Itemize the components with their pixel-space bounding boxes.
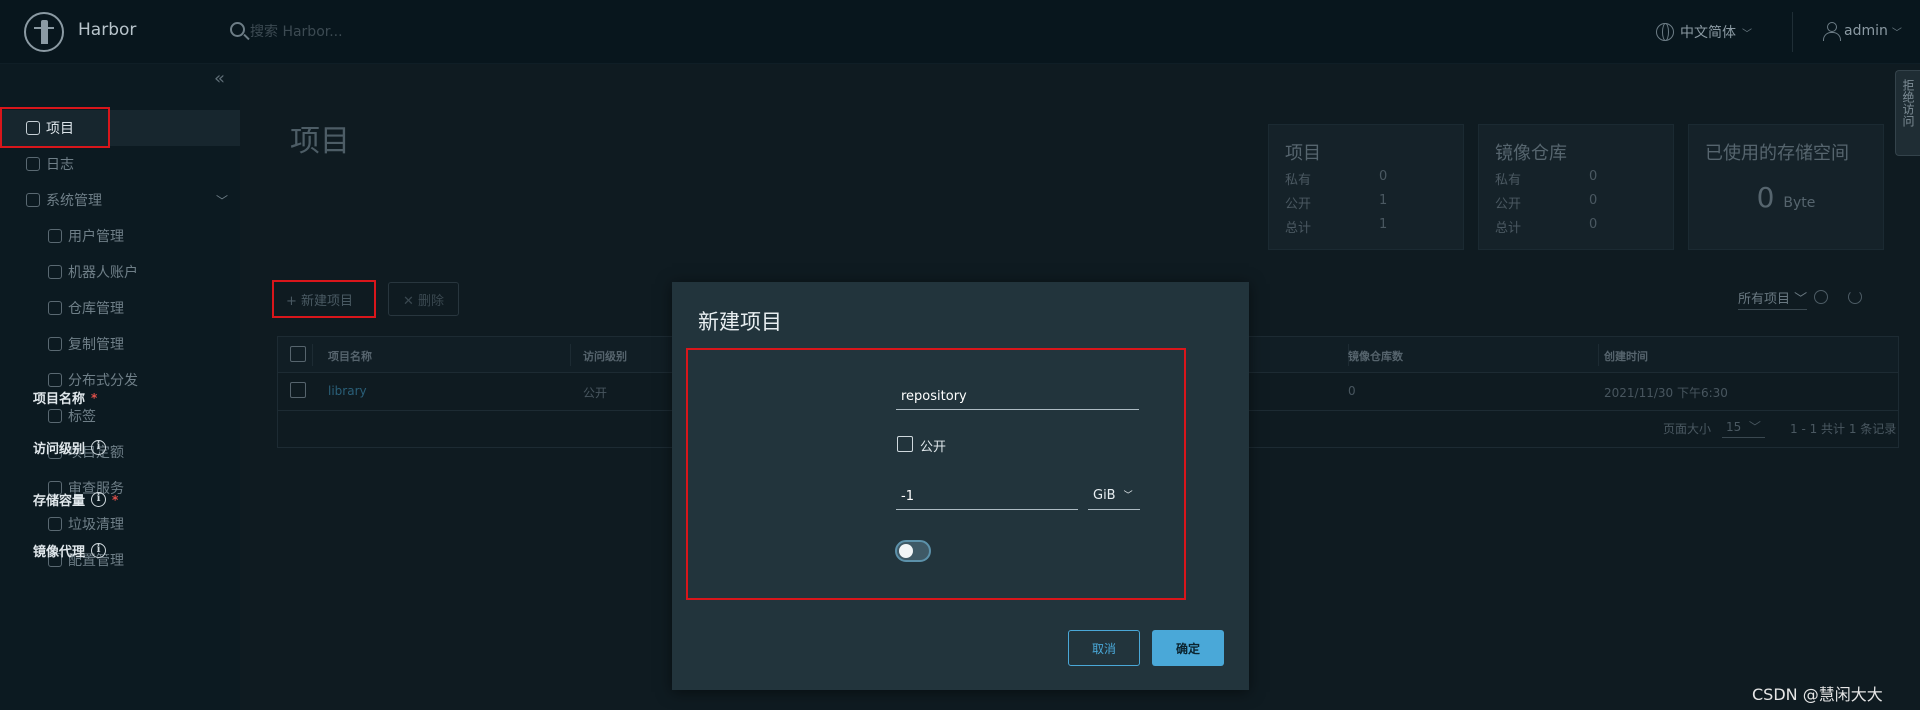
card-title: 镜像仓库 <box>1495 143 1567 164</box>
harbor-logo-icon[interactable] <box>24 12 64 52</box>
total-row: 总计 1 <box>1285 217 1388 236</box>
total-row: 总计 0 <box>1495 217 1598 236</box>
ok-button[interactable]: 确定 <box>1152 630 1224 666</box>
box-icon <box>48 301 62 315</box>
proxy-cache-label: 镜像代理 i <box>33 541 107 560</box>
global-search-input[interactable] <box>250 20 550 44</box>
username: admin <box>1844 23 1888 39</box>
projects-summary-card: 项目 私有 0 公开 1 总计 1 <box>1268 124 1464 250</box>
page-size-select[interactable]: 15 ﹀ <box>1722 416 1765 438</box>
public-row: 公开 1 <box>1285 193 1388 212</box>
access-level: 公开 <box>583 386 608 400</box>
highlight-box <box>0 107 110 148</box>
sidebar-item-label: 分布式分发 <box>68 373 138 389</box>
creation-time: 2021/11/30 下午6:30 <box>1604 386 1728 400</box>
sidebar-item-label: 日志 <box>46 157 74 173</box>
refresh-icon[interactable] <box>1848 290 1862 304</box>
pagination-summary: 1 - 1 共计 1 条记录 <box>1790 422 1897 436</box>
search-icon[interactable] <box>1814 290 1828 304</box>
storage-unit-select[interactable]: GiB ﹀ <box>1088 484 1140 510</box>
info-icon[interactable]: i <box>91 543 107 558</box>
watermark: CSDN @慧闲大大 <box>1752 685 1883 704</box>
project-filter-select[interactable]: 所有项目 ﹀ <box>1738 288 1808 310</box>
sidebar-item-label: 仓库管理 <box>68 301 124 317</box>
language-selector[interactable]: 中文简体 ﹀ <box>1656 22 1752 42</box>
cloud-icon <box>48 337 62 351</box>
sidebar-item-logs[interactable]: 日志 <box>0 146 240 182</box>
sidebar-item-label: 复制管理 <box>68 337 124 353</box>
tag-icon <box>48 409 62 423</box>
collapse-sidebar-icon[interactable]: « <box>214 68 225 89</box>
card-title: 项目 <box>1285 143 1321 164</box>
sidebar-item-garbage-collection[interactable]: 垃圾清理 <box>0 506 240 542</box>
info-icon[interactable]: i <box>91 440 107 455</box>
column-header[interactable]: 创建时间 <box>1604 348 1648 364</box>
select-all-checkbox[interactable] <box>290 346 306 362</box>
user-icon <box>1822 22 1841 41</box>
required-marker: * <box>91 390 98 405</box>
storage-quota-label: 存储容量 i * <box>33 492 119 509</box>
sidebar-item-registries[interactable]: 仓库管理 <box>0 290 240 326</box>
column-header[interactable]: 项目名称 <box>328 348 372 364</box>
sidebar-item-robot-accounts[interactable]: 机器人账户 <box>0 254 240 290</box>
private-row: 私有 0 <box>1495 169 1598 188</box>
required-marker: * <box>112 492 119 507</box>
delete-button[interactable]: ✕ 删除 <box>388 282 460 316</box>
chevron-down-icon: ﹀ <box>1742 28 1752 40</box>
sidebar-item-replications[interactable]: 复制管理 <box>0 326 240 362</box>
repositories-summary-card: 镜像仓库 私有 0 公开 0 总计 0 <box>1478 124 1674 250</box>
column-header[interactable]: 镜像仓库数 <box>1348 348 1403 364</box>
public-checkbox[interactable] <box>897 436 913 452</box>
public-checkbox-label[interactable]: 公开 <box>920 436 946 455</box>
sidebar-item-label: 用户管理 <box>68 229 124 245</box>
search-icon <box>230 22 245 37</box>
side-tab[interactable]: 拒绝访问 <box>1895 70 1920 156</box>
users-icon <box>48 229 62 243</box>
top-header: Harbor 中文简体 ﹀ admin ﹀ <box>0 0 1920 64</box>
storage-summary-card: 已使用的存储空间 0 Byte <box>1688 124 1884 250</box>
sidebar-item-users[interactable]: 用户管理 <box>0 218 240 254</box>
sidebar-item-administration[interactable]: 系统管理 ﹀ <box>0 182 240 218</box>
sidebar-item-label: 系统管理 <box>46 193 102 209</box>
chevron-down-icon: ﹀ <box>216 193 229 208</box>
language-label: 中文简体 <box>1680 25 1736 41</box>
trash-icon <box>48 517 62 531</box>
proxy-cache-toggle[interactable] <box>895 540 931 562</box>
cancel-button[interactable]: 取消 <box>1068 630 1140 666</box>
robot-icon <box>48 265 62 279</box>
admin-icon <box>26 193 40 207</box>
sidebar-item-label: 垃圾清理 <box>68 517 124 533</box>
project-name-link[interactable]: library <box>328 384 367 398</box>
sidebar-item-label: 机器人账户 <box>68 265 138 281</box>
info-icon[interactable]: i <box>91 492 107 507</box>
logs-icon <box>26 157 40 171</box>
card-title: 已使用的存储空间 <box>1705 143 1849 164</box>
highlight-box <box>272 280 376 318</box>
dialog-title: 新建项目 <box>698 310 782 334</box>
page-title: 项目 <box>290 124 350 159</box>
header-divider <box>1792 12 1793 52</box>
globe-icon <box>1656 23 1674 41</box>
repo-count: 0 <box>1348 384 1356 398</box>
project-name-input[interactable] <box>896 384 1139 410</box>
brand-name[interactable]: Harbor <box>78 20 136 40</box>
row-checkbox[interactable] <box>290 382 306 398</box>
sidebar-item-label: 标签 <box>68 409 96 425</box>
private-row: 私有 0 <box>1285 169 1388 188</box>
project-name-label: 项目名称 * <box>33 390 98 408</box>
storage-quota-input[interactable] <box>896 484 1078 510</box>
column-header[interactable]: 访问级别 <box>583 348 627 364</box>
page-size-label: 页面大小 <box>1663 422 1712 436</box>
chevron-down-icon: ﹀ <box>1891 27 1902 39</box>
share-icon <box>48 373 62 387</box>
storage-used: 0 Byte <box>1756 181 1816 214</box>
user-menu[interactable]: admin ﹀ <box>1822 22 1902 41</box>
public-row: 公开 0 <box>1495 193 1598 212</box>
access-level-label: 访问级别 i <box>33 438 107 457</box>
